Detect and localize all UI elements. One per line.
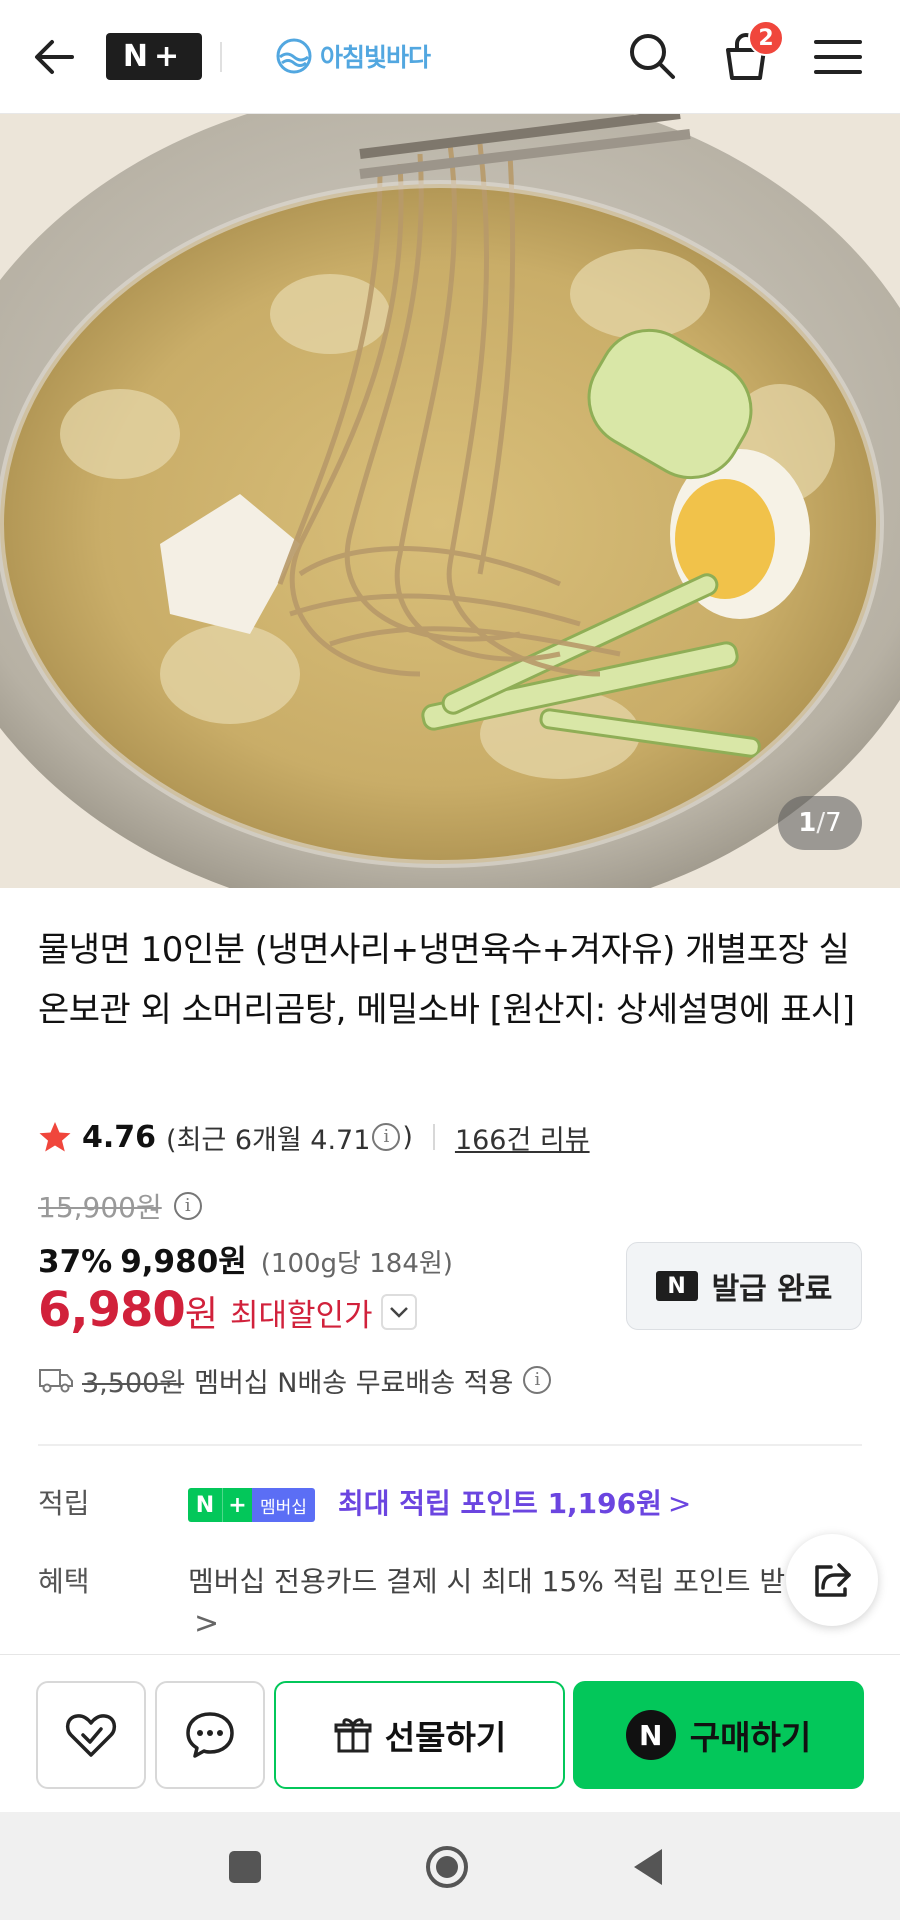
image-index-separator: / (816, 808, 826, 838)
benefits-label: 혜택 (38, 1565, 90, 1598)
cart-count-badge: 2 (748, 20, 784, 56)
back-button[interactable] (28, 30, 82, 84)
membership-badge-n: N (188, 1488, 222, 1522)
topbar-divider (220, 42, 222, 72)
points-label: 적립 (38, 1487, 90, 1520)
max-discount-row: 6,980 원 최대할인가 (38, 1282, 417, 1342)
search-icon (630, 34, 675, 79)
share-button[interactable] (786, 1534, 878, 1626)
max-points-text: 최대 적립 포인트 1,196원 (338, 1487, 662, 1520)
purchase-action-bar: 선물하기 N 구매하기 (0, 1654, 900, 1812)
naver-plus-membership-badge: N + 멤버십 (188, 1488, 315, 1522)
naver-plus-store-badge[interactable]: N+ (106, 33, 202, 80)
benefits-row: 혜택 멤버십 전용카드 결제 시 최대 15% 적립 포인트 받 > (38, 1560, 862, 1650)
coupon-issued-button[interactable]: N 발급 완료 (626, 1242, 862, 1330)
info-icon[interactable]: i (173, 1192, 202, 1220)
share-icon (815, 1563, 851, 1597)
product-title: 물냉면 10인분 (냉면사리+냉면육수+겨자유) 개별포장 실온보관 외 소머리… (38, 930, 855, 1030)
image-total-count: 7 (825, 808, 842, 838)
benefits-text[interactable]: 멤버십 전용카드 결제 시 최대 15% 적립 포인트 받 (188, 1560, 828, 1604)
chevron-right-icon: > (667, 1487, 692, 1520)
store-logo[interactable]: 아침빛바다 (274, 36, 431, 76)
home-icon[interactable] (424, 1844, 470, 1890)
chat-bubble-icon (186, 1712, 234, 1758)
info-icon[interactable]: i (372, 1123, 401, 1151)
naengmyeon-photo (0, 114, 900, 888)
points-row: 적립 N + 멤버십 최대 적립 포인트 1,196원 > (38, 1482, 862, 1526)
coupon-issued-label: 발급 완료 (711, 1272, 833, 1307)
store-name: 아침빛바다 (320, 43, 431, 72)
wishlist-button[interactable] (36, 1681, 146, 1789)
menu-button[interactable] (810, 30, 866, 84)
naver-pay-n-icon: N (625, 1710, 676, 1760)
rating-score: 4.76 (82, 1119, 157, 1155)
recent-apps-icon[interactable] (222, 1844, 268, 1890)
info-icon[interactable]: i (523, 1366, 552, 1394)
original-price-row: 15,900원 i (38, 1186, 204, 1226)
back-triangle-icon[interactable] (626, 1844, 672, 1890)
chevron-right-icon[interactable]: > (194, 1606, 219, 1641)
shipping-row: 3,500원 멤버십 N배송 무료배송 적용 i (38, 1360, 553, 1400)
star-icon (39, 1122, 71, 1152)
system-navigation-bar (0, 1812, 900, 1920)
recent-rating: (최근 6개월 4.71 (166, 1124, 371, 1156)
review-count-link[interactable]: 166건 리뷰 (455, 1118, 590, 1157)
naver-n-icon: N (655, 1271, 698, 1301)
section-divider (38, 1444, 862, 1446)
max-discount-expand-button[interactable] (380, 1294, 417, 1330)
recent-rating-close: ) (402, 1121, 413, 1153)
membership-badge-text: 멤버십 (252, 1488, 315, 1522)
max-discount-label: 최대할인가 (229, 1298, 373, 1334)
chevron-down-icon (389, 1307, 408, 1318)
max-points-link[interactable]: 최대 적립 포인트 1,196원 > (338, 1482, 691, 1526)
membership-badge-plus: + (222, 1488, 252, 1522)
max-discount-currency: 원 (184, 1294, 218, 1335)
max-discount-price: 6,980 (38, 1282, 186, 1338)
discount-percent: 37% (38, 1244, 113, 1280)
gift-icon (334, 1718, 372, 1753)
unit-price: (100g당 184원) (260, 1249, 453, 1279)
truck-icon (39, 1369, 73, 1393)
wave-logo-icon (276, 38, 312, 74)
sale-price: 9,980원 (120, 1244, 247, 1280)
talktalk-inquiry-button[interactable] (155, 1681, 265, 1789)
shipping-fee: 3,500원 (82, 1367, 185, 1399)
rating-divider (432, 1124, 435, 1150)
sale-price-row: 37% 9,980원 (100g당 184원) (38, 1236, 453, 1280)
image-current-index: 1 (798, 808, 817, 838)
product-image[interactable] (0, 114, 900, 888)
search-button[interactable] (624, 28, 680, 84)
buy-now-button[interactable]: N 구매하기 (573, 1681, 864, 1789)
buy-label: 구매하기 (689, 1718, 812, 1757)
rating-row: 4.76 (최근 6개월 4.71 i ) 166건 리뷰 (38, 1116, 590, 1158)
heart-check-icon (65, 1714, 117, 1757)
gift-button[interactable]: 선물하기 (274, 1681, 565, 1789)
shipping-note: 멤버십 N배송 무료배송 적용 (194, 1367, 514, 1399)
top-app-bar: N+ 아침빛바다 2 (0, 0, 900, 114)
original-price: 15,900원 (38, 1191, 162, 1224)
arrow-left-icon (35, 40, 74, 74)
image-page-indicator: 1 / 7 (778, 796, 862, 850)
gift-label: 선물하기 (384, 1718, 507, 1757)
hamburger-menu-icon (814, 40, 862, 74)
